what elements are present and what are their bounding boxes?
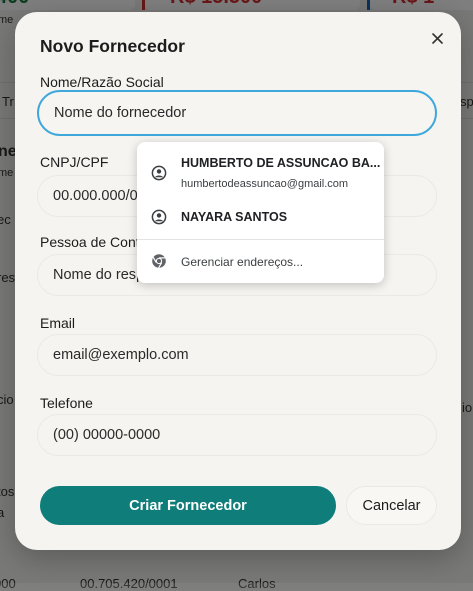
close-button[interactable] xyxy=(427,28,447,48)
email-input[interactable] xyxy=(37,334,437,376)
create-supplier-button[interactable]: Criar Fornecedor xyxy=(40,486,336,525)
autofill-profile[interactable]: NAYARA SANTOS xyxy=(137,200,384,238)
name-input[interactable] xyxy=(37,90,437,136)
cnpj-label: CNPJ/CPF xyxy=(40,154,109,170)
autofill-profile-name: NAYARA SANTOS xyxy=(181,210,288,224)
phone-label: Telefone xyxy=(40,395,93,411)
email-label: Email xyxy=(40,315,76,331)
manage-addresses-label: Gerenciar endereços... xyxy=(181,255,304,269)
close-icon xyxy=(431,32,443,44)
name-label: Nome/Razão Social xyxy=(40,74,164,90)
cancel-button[interactable]: Cancelar xyxy=(346,486,437,525)
chrome-icon xyxy=(152,254,166,269)
autofill-profile-name: HUMBERTO DE ASSUNCAO BA... xyxy=(181,156,381,170)
phone-input[interactable] xyxy=(37,414,437,456)
account-circle-icon xyxy=(151,209,167,225)
dialog-title: Novo Fornecedor xyxy=(40,36,185,56)
autofill-dropdown: HUMBERTO DE ASSUNCAO BA... humbertodeass… xyxy=(137,142,384,283)
manage-addresses-item[interactable]: Gerenciar endereços... xyxy=(137,240,384,283)
autofill-profile-email: humbertodeassuncao@gmail.com xyxy=(181,178,349,190)
account-circle-icon xyxy=(151,165,167,181)
autofill-profile[interactable]: HUMBERTO DE ASSUNCAO BA... humbertodeass… xyxy=(137,142,384,200)
